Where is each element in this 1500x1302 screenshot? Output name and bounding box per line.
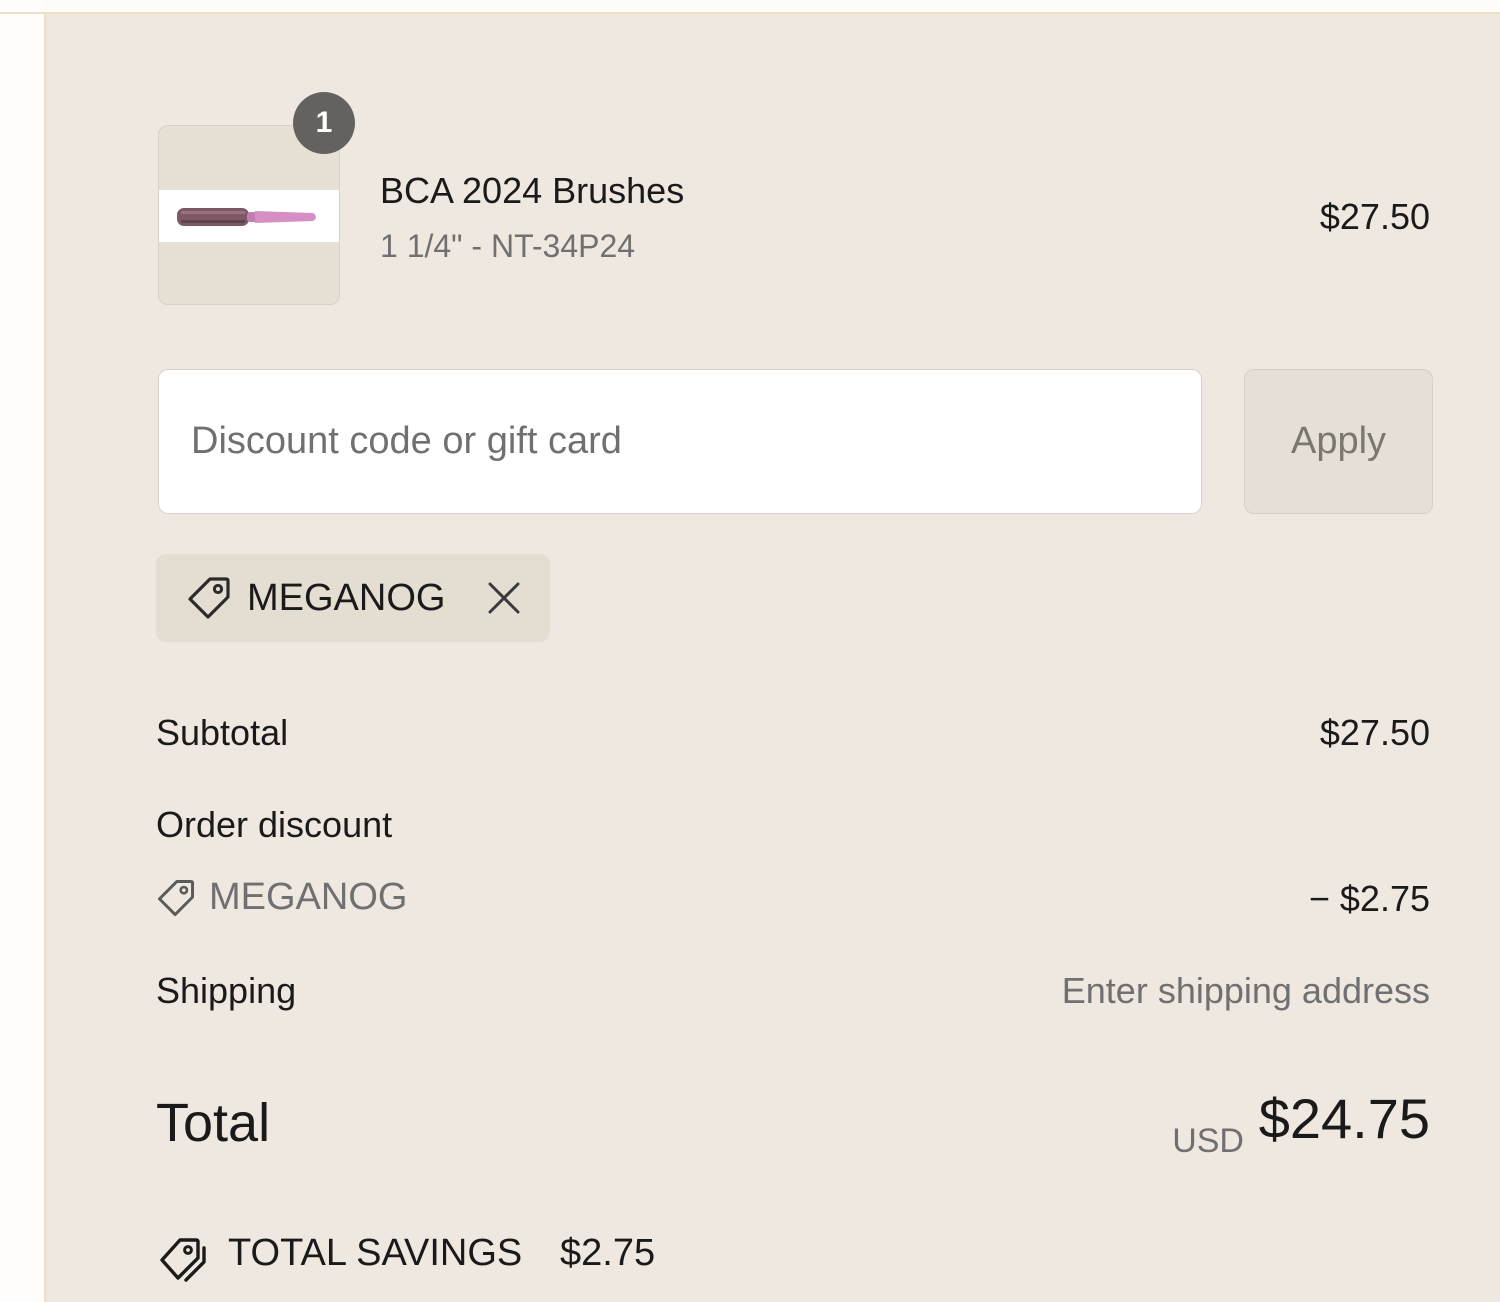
double-tag-icon: [160, 1238, 206, 1282]
apply-button[interactable]: Apply: [1244, 369, 1433, 514]
total-label: Total: [156, 1093, 271, 1153]
subtotal-label: Subtotal: [156, 712, 289, 753]
tag-icon: [188, 577, 230, 619]
discount-code-input[interactable]: [158, 369, 1202, 514]
order-summary-panel: 1 BCA 2024 Brushes 1 1/4" - NT-34P24 $27…: [44, 14, 1500, 1302]
total-savings-label: TOTAL SAVINGS: [228, 1232, 523, 1274]
order-discount-value: − $2.75: [1308, 878, 1430, 919]
product-variant: 1 1/4" - NT-34P24: [380, 228, 636, 264]
shipping-value: Enter shipping address: [1061, 970, 1430, 1011]
total-savings-value: $2.75: [560, 1232, 656, 1274]
total-value: $24.75: [1258, 1087, 1430, 1150]
page-background-strip: [0, 0, 44, 1302]
product-image: [159, 190, 339, 242]
shipping-label: Shipping: [156, 970, 297, 1011]
round-brush-icon: [177, 208, 316, 226]
order-discount-code-label: MEGANOG: [209, 876, 408, 918]
order-discount-label: Order discount: [156, 804, 393, 845]
total-currency: USD: [1172, 1122, 1244, 1160]
product-price: $27.50: [1319, 196, 1430, 237]
product-name: BCA 2024 Brushes: [380, 170, 685, 211]
applied-code-chip: MEGANOG: [156, 554, 550, 642]
subtotal-value: $27.50: [1319, 712, 1430, 753]
close-icon[interactable]: [486, 580, 522, 616]
tag-icon: [158, 880, 194, 916]
applied-code-label: MEGANOG: [247, 577, 446, 619]
quantity-badge: 1: [293, 92, 355, 154]
